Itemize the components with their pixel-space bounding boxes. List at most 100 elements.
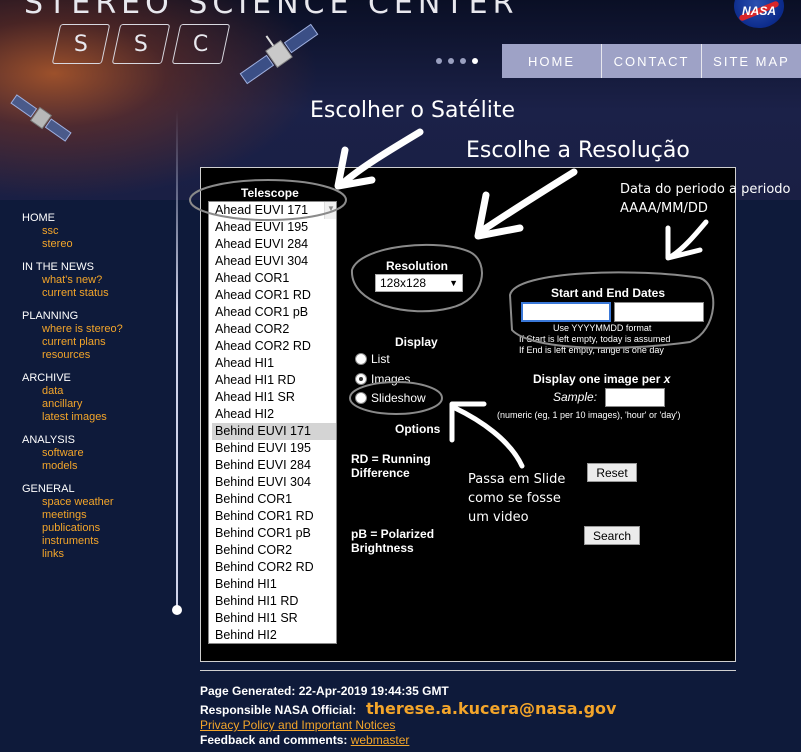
carousel-dot-active[interactable] — [472, 58, 478, 64]
sidebar-link[interactable]: instruments — [22, 535, 172, 548]
sidebar-link[interactable]: ssc — [22, 225, 172, 238]
telescope-option[interactable]: Behind EUVI 304 — [212, 474, 336, 491]
privacy-link[interactable]: Privacy Policy and Important Notices — [200, 718, 449, 733]
telescope-option[interactable]: Ahead HI1 SR — [212, 389, 336, 406]
page-generated: Page Generated: 22-Apr-2019 19:44:35 GMT — [200, 684, 449, 698]
sample-label: Sample: — [553, 390, 598, 404]
official-email-annotation: therese.a.kucera@nasa.gov — [366, 699, 617, 718]
radio-button[interactable] — [355, 353, 367, 365]
ssc-letter-box: C — [171, 24, 231, 64]
sample-input[interactable] — [605, 388, 665, 407]
sidebar-nav: HOME ssc stereo IN THE NEWS what's new? … — [22, 212, 172, 571]
sidebar-link[interactable]: resources — [22, 349, 172, 362]
sidebar-link[interactable]: data — [22, 385, 172, 398]
sidebar-link[interactable]: latest images — [22, 411, 172, 424]
reset-button[interactable]: Reset — [587, 463, 637, 482]
sidebar-link[interactable]: publications — [22, 522, 172, 535]
telescope-option[interactable]: Behind EUVI 284 — [212, 457, 336, 474]
date-format-hint: Use YYYYMMDD format — [553, 323, 652, 333]
annotation-slide-note: Passa em Slide — [468, 472, 566, 487]
telescope-option[interactable]: Behind EUVI 171 — [212, 423, 336, 440]
sidebar-heading-home[interactable]: HOME — [22, 212, 172, 225]
radio-button-checked[interactable] — [355, 373, 367, 385]
telescope-listbox[interactable]: Ahead EUVI 171 Ahead EUVI 195 Ahead EUVI 2… — [208, 201, 337, 644]
search-button[interactable]: Search — [584, 526, 640, 545]
annotation-slide-note: um video — [468, 510, 529, 525]
telescope-option[interactable]: Ahead COR2 — [212, 321, 336, 338]
display-radio-list[interactable]: List — [355, 352, 390, 366]
sidebar-link[interactable]: what's new? — [22, 274, 172, 287]
sidebar-heading-general[interactable]: GENERAL — [22, 483, 172, 496]
telescope-option[interactable]: Ahead COR1 — [212, 270, 336, 287]
pb-description: pB = Polarized Brightness — [351, 527, 435, 555]
webmaster-link[interactable]: webmaster — [351, 733, 410, 747]
telescope-label: Telescope — [241, 186, 299, 200]
sidebar-heading-archive[interactable]: ARCHIVE — [22, 372, 172, 385]
telescope-option[interactable]: Behind HI2 — [212, 627, 336, 643]
telescope-option[interactable]: Ahead HI1 — [212, 355, 336, 372]
annotation-choose-satellite: Escolher o Satélite — [310, 98, 515, 123]
ssc-letter-box: S — [51, 24, 111, 64]
telescope-option[interactable]: Behind EUVI 195 — [212, 440, 336, 457]
sidebar-link[interactable]: ancillary — [22, 398, 172, 411]
sidebar-link[interactable]: current plans — [22, 336, 172, 349]
telescope-option[interactable]: Ahead EUVI 284 — [212, 236, 336, 253]
feedback-line: Feedback and comments: webmaster — [200, 733, 410, 747]
carousel-dots — [436, 58, 478, 64]
sidebar-heading-planning[interactable]: PLANNING — [22, 310, 172, 323]
end-date-hint: If End is left empty, range is one day — [519, 345, 664, 355]
radio-button[interactable] — [355, 392, 367, 404]
telescope-option[interactable]: Ahead COR1 pB — [212, 304, 336, 321]
search-form-panel: Telescope Ahead EUVI 171 Ahead EUVI 195 Ah… — [200, 167, 736, 662]
decorative-vertical-line — [176, 110, 178, 610]
sidebar-link[interactable]: links — [22, 548, 172, 561]
rd-description: RD = Running Difference — [351, 452, 431, 480]
telescope-option[interactable]: Behind COR1 — [212, 491, 336, 508]
telescope-option[interactable]: Ahead COR1 RD — [212, 287, 336, 304]
sidebar-link[interactable]: space weather — [22, 496, 172, 509]
end-date-input[interactable] — [614, 302, 704, 322]
telescope-option[interactable]: Behind HI1 RD — [212, 593, 336, 610]
nasa-logo-icon[interactable]: NASA — [734, 0, 784, 28]
telescope-option[interactable]: Behind HI1 — [212, 576, 336, 593]
telescope-option[interactable]: Behind COR2 RD — [212, 559, 336, 576]
telescope-option[interactable]: Ahead EUVI 195 — [212, 219, 336, 236]
telescope-option[interactable]: Ahead EUVI 304 — [212, 253, 336, 270]
telescope-option[interactable]: Ahead EUVI 171 — [212, 202, 336, 219]
resolution-select[interactable]: 128x128 ▼ — [375, 274, 463, 292]
sample-hint: (numeric (eg, 1 per 10 images), 'hour' o… — [497, 410, 681, 420]
sidebar-link[interactable]: current status — [22, 287, 172, 300]
annotation-slide-note: como se fosse — [468, 491, 561, 506]
start-date-input[interactable] — [521, 302, 611, 322]
nav-site-map[interactable]: SITE MAP — [701, 44, 801, 78]
satellite-icon — [239, 23, 319, 85]
satellite-icon — [10, 94, 72, 142]
display-radio-slideshow[interactable]: Slideshow — [355, 391, 426, 405]
footer-divider — [200, 670, 736, 671]
listbox-scrollbar[interactable]: ▼ — [324, 202, 336, 219]
ssc-letter-box: S — [111, 24, 171, 64]
sidebar-link[interactable]: meetings — [22, 509, 172, 522]
nav-contact[interactable]: CONTACT — [601, 44, 701, 78]
display-radio-images[interactable]: Images — [355, 372, 410, 386]
telescope-option[interactable]: Behind HI1 SR — [212, 610, 336, 627]
sidebar-link[interactable]: models — [22, 460, 172, 473]
telescope-option[interactable]: Behind COR1 pB — [212, 525, 336, 542]
telescope-option[interactable]: Behind COR1 RD — [212, 508, 336, 525]
carousel-dot[interactable] — [460, 58, 466, 64]
carousel-dot[interactable] — [436, 58, 442, 64]
annotation-date-note: Data do periodo a periodo — [620, 182, 791, 197]
carousel-dot[interactable] — [448, 58, 454, 64]
nav-home[interactable]: HOME — [502, 44, 601, 78]
sidebar-heading-news[interactable]: IN THE NEWS — [22, 261, 172, 274]
telescope-option[interactable]: Ahead HI2 — [212, 406, 336, 423]
sidebar-heading-analysis[interactable]: ANALYSIS — [22, 434, 172, 447]
scroll-down-icon[interactable]: ▼ — [327, 202, 335, 217]
telescope-option[interactable]: Ahead HI1 RD — [212, 372, 336, 389]
telescope-option[interactable]: Behind COR2 — [212, 542, 336, 559]
sidebar-link[interactable]: stereo — [22, 238, 172, 251]
telescope-option[interactable]: Ahead COR2 RD — [212, 338, 336, 355]
sidebar-link[interactable]: software — [22, 447, 172, 460]
sidebar-link[interactable]: where is stereo? — [22, 323, 172, 336]
chevron-down-icon: ▼ — [449, 278, 458, 288]
